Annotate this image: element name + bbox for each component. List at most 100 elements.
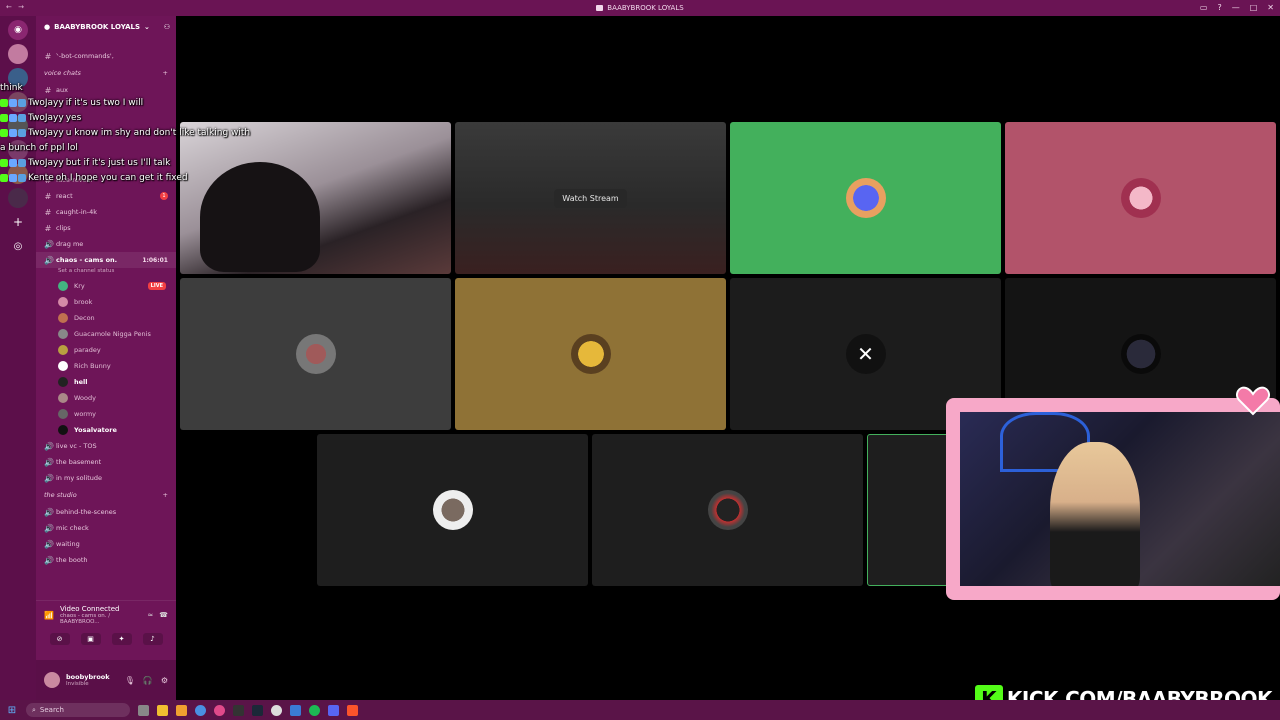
voice-status-title[interactable]: Video Connected [60,605,141,613]
app-icon[interactable] [290,704,301,716]
headphones-icon[interactable]: 🎧 [143,676,153,685]
channel-the-basement[interactable]: 🔊 the basement [36,454,176,470]
category-the-studio[interactable]: the studio + [36,486,176,504]
speaker-icon: 🔊 [44,441,54,451]
video-tile-avatar[interactable] [592,434,863,586]
voice-member[interactable]: hell [36,374,176,390]
voice-connection-panel: 📶 Video Connected chaos - cams on. / BAA… [36,600,176,660]
participant-avatar [707,490,748,530]
discord-icon[interactable] [328,704,339,716]
server-icon[interactable] [8,44,28,64]
video-tile-avatar[interactable] [317,434,588,586]
steam-icon[interactable] [252,704,263,716]
user-status: Invisible [66,681,89,687]
voice-member[interactable]: Woody [36,390,176,406]
voice-member[interactable]: Yosalvatore [36,422,176,438]
channel-behind-the-scenes[interactable]: 🔊 behind-the-scenes [36,504,176,520]
channel-react[interactable]: # react 1 [36,188,176,204]
taskbar-search[interactable]: ⌕ Search [26,703,130,717]
noise-suppression-icon[interactable]: ≈ [147,611,153,619]
chat-username: TwoJayy [28,157,64,168]
minimize-icon[interactable]: — [1232,3,1240,12]
voice-member[interactable]: brook [36,294,176,310]
username[interactable]: boobybrook [66,673,110,681]
channel-clips[interactable]: # clips [36,220,176,236]
window-titlebar: ← → BAABYBROOK LOYALS ▭ ? — □ ✕ [0,0,1280,16]
server-header[interactable]: ● BAABYBROOK LOYALS ⌄ ⚇ [36,16,176,38]
voice-member[interactable]: Decon [36,310,176,326]
channel-bot-commands[interactable]: # ᐠ-bot-commands', [36,48,176,64]
channel-label: behind-the-scenes [56,508,117,516]
windows-start-icon[interactable]: ⊞ [6,704,18,716]
video-tile-avatar[interactable] [180,278,451,430]
app-icon[interactable] [214,704,225,716]
camera-off-icon[interactable]: ⊘ [49,633,70,645]
channel-label: the basement [56,458,102,466]
video-tile-avatar[interactable] [1005,122,1276,274]
nav-arrows[interactable]: ← → [6,3,26,11]
screen-share-icon[interactable]: ▣ [80,633,101,645]
voice-member[interactable]: Rich Bunny [36,358,176,374]
voice-actions: ⊘ ▣ ✦ ♪ [36,629,176,649]
channel-live-vc-tos[interactable]: 🔊 live vc - TOS [36,438,176,454]
browser-icon[interactable] [195,704,206,716]
video-tile-avatar[interactable] [730,122,1001,274]
disconnect-icon[interactable]: ☎ [159,611,168,619]
channel-status[interactable]: Set a channel status [36,268,176,278]
channel-drag-me[interactable]: 🔊 drag me [36,236,176,252]
channel-waiting[interactable]: 🔊 waiting [36,536,176,552]
badge-icon [9,173,17,182]
voice-member[interactable]: wormy [36,406,176,422]
participant-avatar [570,334,611,374]
live-badge: LIVE [147,282,166,290]
spotify-icon[interactable] [309,704,320,716]
dm-home-icon[interactable]: ◉ [8,20,28,40]
inbox-icon[interactable]: ▭ [1200,3,1208,12]
chat-message: TwoJayy but if it's just us I'll talk [0,155,280,170]
watch-stream-button[interactable]: Watch Stream [554,188,627,208]
channel-in-my-solitude[interactable]: 🔊 in my solitude [36,470,176,486]
gear-icon[interactable]: ⚙ [161,676,168,685]
maximize-icon[interactable]: □ [1250,3,1258,12]
folder-icon[interactable] [176,704,187,716]
badge-icon [18,173,26,182]
channel-caught-in-4k[interactable]: # caught-in-4k [36,204,176,220]
close-icon[interactable]: ✕ [1267,3,1274,12]
soundboard-icon[interactable]: ♪ [142,633,163,645]
channel-the-booth[interactable]: 🔊 the booth [36,552,176,568]
add-channel-icon[interactable]: + [163,491,168,499]
add-server-icon[interactable]: + [8,212,28,232]
add-channel-icon[interactable]: + [163,69,168,77]
file-explorer-icon[interactable] [157,704,168,716]
obs-icon[interactable] [233,704,244,716]
hash-icon: # [44,207,52,217]
microphone-icon[interactable]: 🎙 [125,676,135,685]
video-tile-avatar[interactable] [455,278,726,430]
streamer-webcam-frame [946,386,1280,600]
add-member-icon[interactable]: ⚇ [164,23,170,31]
avatar[interactable] [44,672,60,688]
chat-text: u know im shy and don't like talking wit… [65,127,251,138]
avatar [58,297,68,307]
voice-member[interactable]: Guacamole Nigga Penis [36,326,176,342]
chat-message: TwoJayy yes [0,110,280,125]
voice-member[interactable]: paradey [36,342,176,358]
server-icon[interactable] [8,188,28,208]
channel-label: waiting [56,540,80,548]
explore-icon[interactable]: ◎ [8,236,28,256]
chat-text: but if it's just us I'll talk [65,157,171,168]
chat-badges-icon [0,98,26,107]
brave-icon[interactable] [347,704,358,716]
hash-icon: # [44,223,52,233]
channel-chaos-cams-on[interactable]: 🔊 chaos - cams on. 1:06:01 [36,252,176,268]
help-icon[interactable]: ? [1217,3,1221,12]
participant-avatar [432,490,473,530]
voice-member[interactable]: Kry LIVE [36,278,176,294]
channel-mic-check[interactable]: 🔊 mic check [36,520,176,536]
badge-icon [18,98,26,107]
task-view-icon[interactable] [138,704,149,716]
video-tile-stream[interactable]: Watch Stream [455,122,726,274]
activities-icon[interactable]: ✦ [111,633,132,645]
search-icon: ⌕ [32,705,36,714]
settings-icon[interactable] [271,704,282,716]
